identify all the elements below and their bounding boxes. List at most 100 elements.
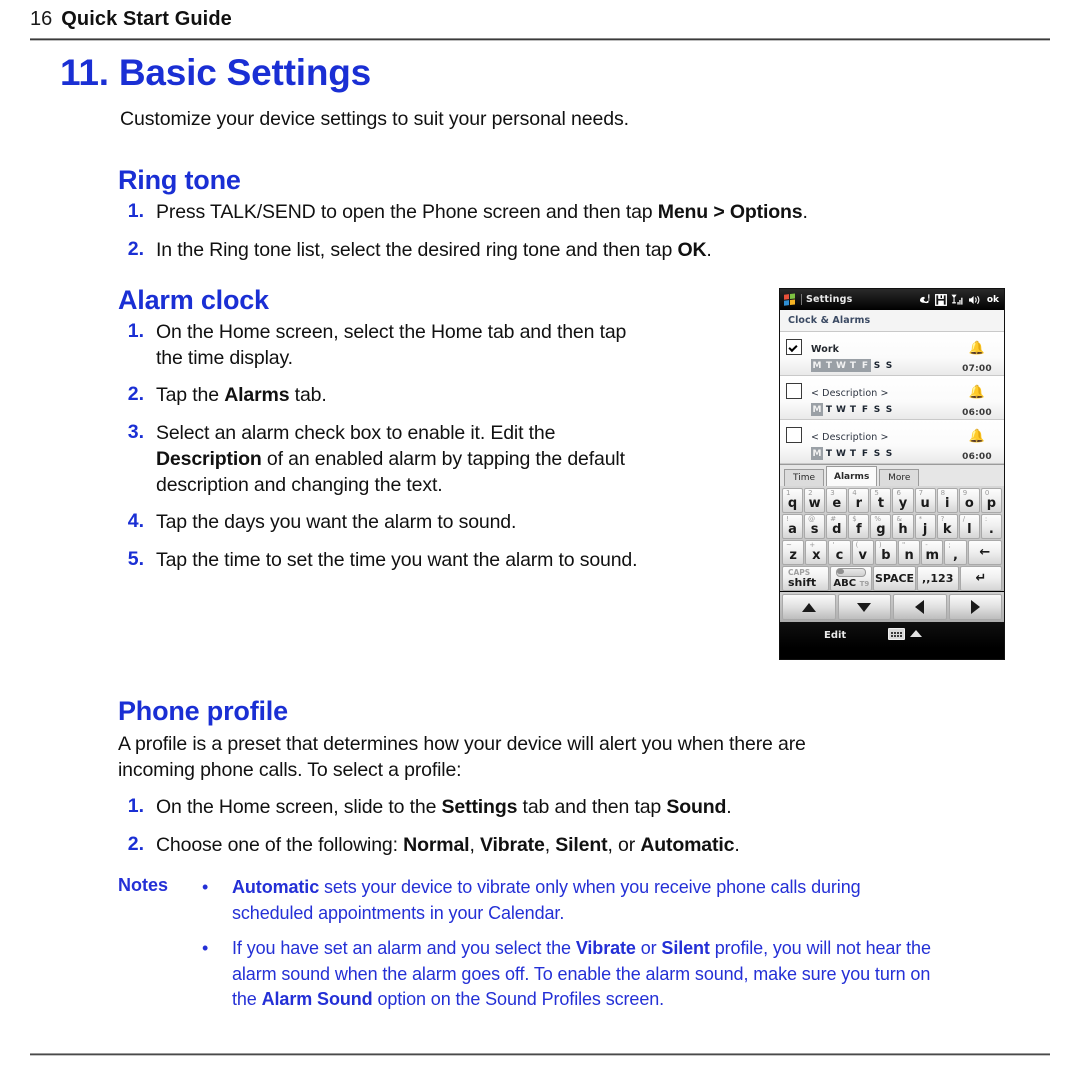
backspace-key[interactable]: ← — [967, 540, 1002, 565]
day-toggle[interactable]: T — [823, 447, 835, 460]
day-toggle[interactable]: S — [883, 403, 895, 416]
day-toggle[interactable]: T — [847, 403, 859, 416]
day-toggle[interactable]: S — [871, 447, 883, 460]
alarm-days[interactable]: M T W T F S S — [811, 447, 895, 460]
key-w[interactable]: 2w — [804, 488, 826, 513]
list-item: 1. On the Home screen, select the Home t… — [118, 320, 768, 371]
day-toggle[interactable]: W — [835, 447, 847, 460]
alarm-description[interactable]: < Description > — [811, 432, 889, 443]
day-toggle[interactable]: M — [811, 403, 823, 416]
key-y[interactable]: 6y — [892, 488, 914, 513]
edit-softkey[interactable]: Edit — [824, 630, 846, 641]
up-arrow-key[interactable] — [782, 594, 836, 620]
alarm-days[interactable]: M T W T F S S — [811, 359, 895, 372]
day-toggle[interactable]: T — [847, 359, 859, 372]
key-s[interactable]: @ s — [804, 514, 826, 539]
key-superscript: 2 — [808, 489, 813, 497]
day-toggle[interactable]: T — [823, 403, 835, 416]
key-z[interactable]: ~ z — [782, 540, 805, 565]
day-toggle[interactable]: W — [835, 403, 847, 416]
key-c[interactable]: ' c — [828, 540, 851, 565]
alarm-right[interactable]: 🔔 06:00 — [957, 425, 997, 463]
day-toggle[interactable]: F — [859, 359, 871, 372]
key-comma[interactable]: ;, — [944, 540, 967, 565]
step-number: 2. — [127, 237, 144, 260]
day-toggle[interactable]: S — [871, 359, 883, 372]
page: 16 Quick Start Guide 11. Basic Settings … — [0, 0, 1080, 1080]
key-o[interactable]: 9o — [958, 488, 980, 513]
key-m[interactable]: -m — [921, 540, 944, 565]
key-d[interactable]: # d — [826, 514, 848, 539]
day-toggle[interactable]: W — [835, 359, 847, 372]
key-e[interactable]: 3e — [826, 488, 848, 513]
alarm-body: < Description > M T W T F S S — [811, 425, 895, 463]
device-ok-button[interactable]: ok — [987, 295, 999, 305]
alarm-row[interactable]: Work M T W T F S S 🔔 07:00 — [780, 332, 1004, 376]
key-n[interactable]: " n — [898, 540, 921, 565]
key-g[interactable]: % g — [870, 514, 892, 539]
tab-alarms[interactable]: Alarms — [826, 466, 878, 486]
shift-key[interactable]: CAPS shift — [782, 566, 830, 591]
alarm-right[interactable]: 🔔 07:00 — [957, 337, 997, 375]
abc-t9-toggle-key[interactable]: ABC T9 — [830, 566, 873, 591]
bullet-icon: • — [202, 938, 209, 959]
key-i[interactable]: 8i — [936, 488, 958, 513]
numeric-key[interactable]: ,,123 — [916, 566, 959, 591]
key-a[interactable]: ! a — [782, 514, 804, 539]
alarm-description[interactable]: Work — [811, 344, 839, 355]
left-arrow-key[interactable] — [893, 594, 947, 620]
key-label: u — [920, 496, 930, 511]
key-p[interactable]: 0p — [980, 488, 1002, 513]
alarm-checkbox[interactable] — [786, 383, 802, 399]
alarm-row[interactable]: < Description > M T W T F S S 🔔 06:00 — [780, 376, 1004, 420]
day-toggle[interactable]: T — [847, 447, 859, 460]
key-superscript: 4 — [852, 489, 857, 497]
key-l[interactable]: / l — [958, 514, 980, 539]
alarm-time[interactable]: 06:00 — [962, 408, 992, 418]
alarm-time[interactable]: 07:00 — [962, 364, 992, 374]
key-label: y — [898, 496, 908, 511]
alarm-checkbox[interactable] — [786, 427, 802, 443]
day-toggle[interactable]: F — [859, 403, 871, 416]
alarm-row[interactable]: < Description > M T W T F S S 🔔 06:00 — [780, 420, 1004, 464]
key-h[interactable]: & h — [892, 514, 914, 539]
key-superscript: 7 — [918, 489, 924, 497]
alarm-days[interactable]: M T W T F S S — [811, 403, 895, 416]
right-arrow-key[interactable] — [948, 594, 1002, 620]
key-period[interactable]: :. — [980, 514, 1002, 539]
key-f[interactable]: $ f — [848, 514, 870, 539]
tab-more[interactable]: More — [879, 469, 920, 486]
key-superscript: ' — [832, 541, 835, 549]
key-v[interactable]: (v — [851, 540, 874, 565]
key-b[interactable]: ) b — [874, 540, 898, 565]
day-toggle[interactable]: M — [811, 447, 823, 460]
day-toggle[interactable]: S — [883, 447, 895, 460]
key-x[interactable]: + x — [805, 540, 828, 565]
toggle-switch-icon[interactable] — [836, 567, 867, 577]
key-q[interactable]: 1q — [782, 488, 804, 513]
key-label: d — [832, 522, 842, 537]
key-k[interactable]: ? k — [936, 514, 958, 539]
day-toggle[interactable]: S — [871, 403, 883, 416]
enter-key[interactable]: ↵ — [959, 566, 1003, 591]
key-t[interactable]: 5t — [870, 488, 892, 513]
step-number: 2. — [127, 383, 144, 406]
day-toggle[interactable]: F — [859, 447, 871, 460]
day-toggle[interactable]: S — [883, 359, 895, 372]
alarm-description[interactable]: < Description > — [811, 388, 889, 399]
key-label: c — [835, 548, 844, 563]
alarm-time[interactable]: 06:00 — [962, 452, 992, 462]
space-key[interactable]: SPACE — [873, 566, 916, 591]
alarm-right[interactable]: 🔔 06:00 — [957, 381, 997, 419]
day-toggle[interactable]: M — [811, 359, 823, 372]
chevron-up-icon[interactable] — [910, 630, 922, 637]
tab-time[interactable]: Time — [784, 469, 824, 486]
alarm-checkbox[interactable] — [786, 339, 802, 355]
volume-icon — [968, 295, 980, 304]
keyboard-icon[interactable] — [888, 628, 905, 640]
key-j[interactable]: * j — [914, 514, 936, 539]
down-arrow-key[interactable] — [837, 594, 891, 620]
day-toggle[interactable]: T — [823, 359, 835, 372]
key-u[interactable]: 7u — [914, 488, 936, 513]
key-r[interactable]: 4r — [848, 488, 870, 513]
